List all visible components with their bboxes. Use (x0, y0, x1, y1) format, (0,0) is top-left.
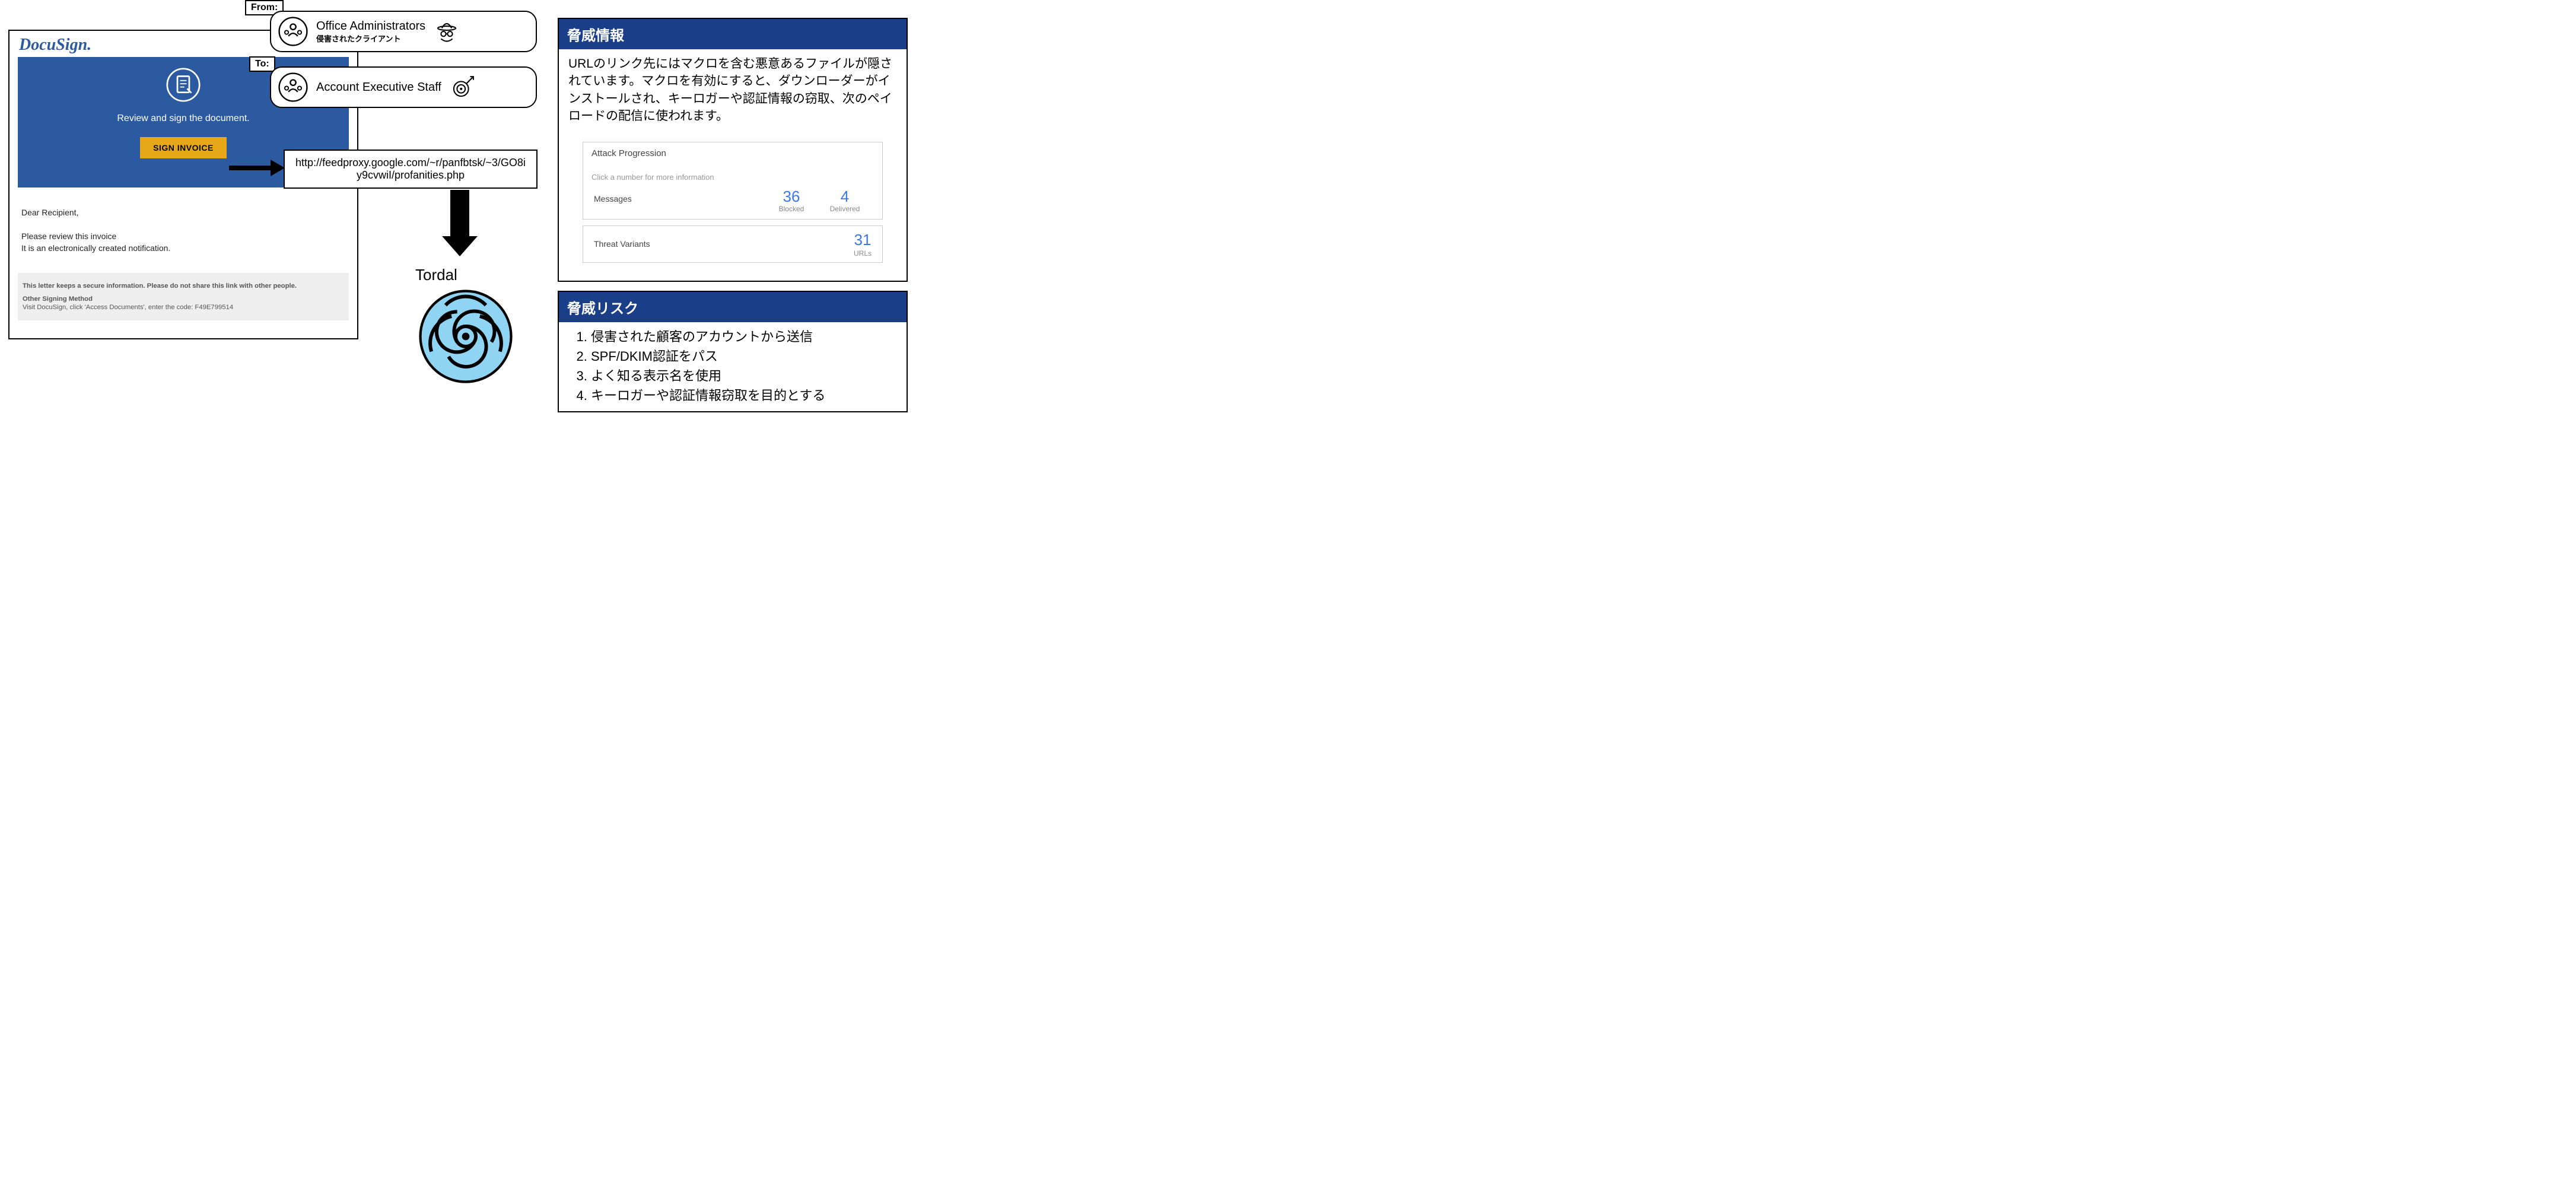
docusign-body: Dear Recipient, Please review this invoi… (9, 188, 357, 261)
threat-risk-list: 侵害された顧客のアカウントから送信 SPF/DKIM認証をパス よく知る表示名を… (572, 327, 893, 405)
email-greeting: Dear Recipient, (21, 208, 345, 217)
threat-info-card: 脅威情報 URLのリンク先にはマクロを含む悪意あるファイルが隠されています。マク… (558, 18, 908, 282)
docusign-footer: This letter keeps a secure information. … (18, 273, 349, 320)
delivered-count[interactable]: 4 (841, 188, 849, 205)
risk-item: SPF/DKIM認証をパス (591, 347, 893, 366)
from-subtitle: 侵害されたクライアント (316, 33, 425, 44)
blocked-label: Blocked (765, 205, 818, 213)
to-bubble: Account Executive Staff (270, 66, 537, 108)
attack-progression-title: Attack Progression (583, 142, 882, 162)
from-title: Office Administrators (316, 20, 425, 33)
group-icon (278, 72, 308, 102)
footer-method-title: Other Signing Method (23, 295, 344, 303)
group-icon (278, 17, 308, 46)
attack-progression-subtitle: Click a number for more information (583, 162, 882, 184)
footer-warning: This letter keeps a secure information. … (23, 282, 344, 290)
arrow-to-url (229, 165, 284, 171)
threat-variants-panel: Threat Variants 31 URLs (583, 225, 883, 263)
email-line1: Please review this invoice (21, 231, 345, 241)
threat-info-body: URLのリンク先にはマクロを含む悪意あるファイルが隠されています。マクロを有効に… (559, 49, 907, 131)
blocked-count[interactable]: 36 (783, 188, 800, 205)
attack-progression-panel: Attack Progression Click a number for mo… (583, 142, 883, 220)
threat-risk-card: 脅威リスク 侵害された顧客のアカウントから送信 SPF/DKIM認証をパス よく… (558, 291, 908, 412)
risk-item: よく知る表示名を使用 (591, 366, 893, 386)
sign-invoice-button[interactable]: SIGN INVOICE (140, 137, 227, 158)
risk-item: 侵害された顧客のアカウントから送信 (591, 327, 893, 347)
document-icon (166, 68, 201, 102)
to-title: Account Executive Staff (316, 81, 441, 94)
target-icon (450, 74, 476, 100)
docusign-hero-text: Review and sign the document. (18, 113, 349, 124)
variants-unit: URLs (854, 249, 872, 258)
arrow-to-malware (442, 190, 478, 261)
email-line2: It is an electronically created notifica… (21, 243, 345, 253)
delivered-label: Delivered (818, 205, 872, 213)
threat-risk-header: 脅威リスク (559, 292, 907, 322)
malicious-url-box: http://feedproxy.google.com/~r/panfbtsk/… (284, 150, 538, 189)
footer-method-text: Visit DocuSign, click 'Access Documents'… (23, 304, 344, 311)
threat-info-header: 脅威情報 (559, 19, 907, 49)
variants-count[interactable]: 31 (854, 231, 872, 249)
risk-item: キーロガーや認証情報窃取を目的とする (591, 386, 893, 405)
malware-name: Tordal (415, 266, 457, 284)
from-bubble: Office Administrators 侵害されたクライアント (270, 11, 537, 52)
to-tag: To: (249, 56, 275, 72)
messages-label: Messages (594, 194, 765, 204)
variants-label: Threat Variants (594, 239, 854, 249)
spy-icon (434, 18, 460, 45)
biohazard-icon (415, 286, 516, 387)
